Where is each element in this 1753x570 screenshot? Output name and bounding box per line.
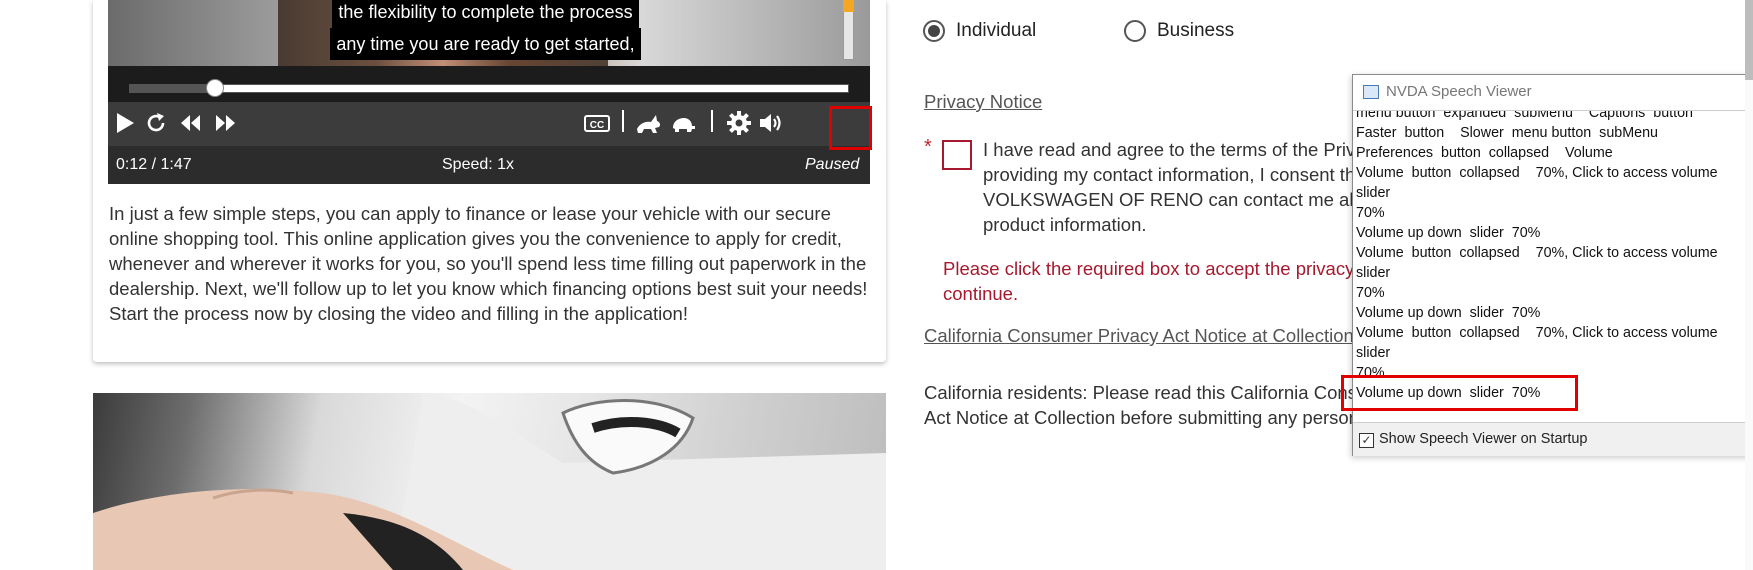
progress-bar[interactable] [129,84,849,93]
faster-hare-icon [637,115,661,133]
settings-button[interactable] [724,108,754,138]
consent-checkbox[interactable] [942,140,972,170]
replay-icon [147,113,165,132]
speech-log-line: Faster button Slower menu button subMenu [1356,125,1658,141]
speed-display: Speed: 1x [442,156,515,173]
replay-button[interactable] [141,108,171,138]
consent-error-message: Please click the required box to accept … [943,258,1355,304]
fast-forward-button[interactable] [210,108,240,138]
nvda-title-bar[interactable]: NVDA Speech Viewer ✕ [1353,75,1753,109]
video-player[interactable]: the flexibility to complete the process … [108,0,870,184]
car-photo [93,393,886,570]
fast-forward-icon [216,115,235,131]
control-separator [711,110,713,132]
volume-icon [760,114,781,132]
volume-slider-handle[interactable] [843,0,854,12]
captions-button[interactable]: CC [580,108,614,138]
slower-button[interactable] [668,108,698,138]
radio-individual[interactable]: Individual [923,20,1036,42]
volume-button[interactable] [756,108,786,138]
car-key-image [93,393,886,570]
consent-text: I have read and agree to the terms of th… [983,139,1381,235]
video-card: the flexibility to complete the process … [93,0,886,362]
caption-line-2: any time you are ready to get started, [330,28,641,60]
volume-highlight-box [829,106,872,150]
control-separator [622,110,624,132]
control-bar: CC [108,102,870,146]
rewind-button[interactable] [176,108,206,138]
speech-log-line: menu button expanded subMenu Captions bu… [1356,110,1694,121]
radio-individual-label: Individual [956,20,1037,41]
speech-log-line: Volume up down slider 70% [1356,305,1541,321]
speech-log-line: Volume button collapsed 70%, Click to ac… [1356,325,1722,361]
radio-business-circle[interactable] [1124,20,1146,42]
speech-log-line: Volume button collapsed 70%, Click to ac… [1356,245,1722,281]
play-button[interactable] [110,108,140,138]
show-on-startup-label: Show Speech Viewer on Startup [1379,431,1588,447]
video-status-bar: 0:12 / 1:47 Speed: 1x Paused [108,146,870,184]
radio-business-label: Business [1157,20,1235,41]
rewind-icon [181,115,200,131]
video-captions: the flexibility to complete the process … [328,0,643,60]
speech-log-line: Volume up down slider 70% [1356,225,1541,241]
radio-individual-circle[interactable] [923,20,945,42]
ccpa-notice-link[interactable]: California Consumer Privacy Act Notice a… [924,325,1354,347]
radio-business[interactable]: Business [1124,20,1234,42]
nvda-window-title: NVDA Speech Viewer [1386,83,1532,100]
playback-state: Paused [805,156,860,173]
speech-log-line: Volume button collapsed 70%, Click to ac… [1356,165,1722,201]
page-scrollbar[interactable] [1745,0,1753,570]
video-description: In just a few simple steps, you can appl… [109,203,868,324]
closed-captions-icon: CC [584,115,610,132]
slower-turtle-icon [673,118,695,132]
privacy-notice-link[interactable]: Privacy Notice [924,91,1042,113]
speech-log-line: 70% [1356,205,1385,221]
ccpa-text: California residents: Please read this C… [924,382,1368,428]
faster-button[interactable] [633,108,663,138]
speech-highlight-box [1341,375,1578,411]
progress-scrubber[interactable] [206,79,224,97]
progress-fill [130,85,211,92]
time-display: 0:12 / 1:47 [116,156,192,173]
svg-text:CC: CC [590,120,604,131]
window-app-icon [1363,85,1379,99]
speech-log-line: 70% [1356,285,1385,301]
play-icon [117,113,134,133]
settings-gear-icon [727,111,751,135]
caption-line-1: the flexibility to complete the process [332,0,639,28]
speech-log-line: Preferences button collapsed Volume [1356,145,1613,161]
nvda-footer: ✓ Show Speech Viewer on Startup [1353,422,1753,456]
show-on-startup-checkbox[interactable]: ✓ [1359,433,1374,448]
required-marker: * [924,136,932,158]
volume-slider-track[interactable] [843,4,854,60]
speech-log-lines: menu button expanded subMenu Captions bu… [1356,110,1752,403]
page-scrollbar-thumb[interactable] [1745,0,1753,80]
